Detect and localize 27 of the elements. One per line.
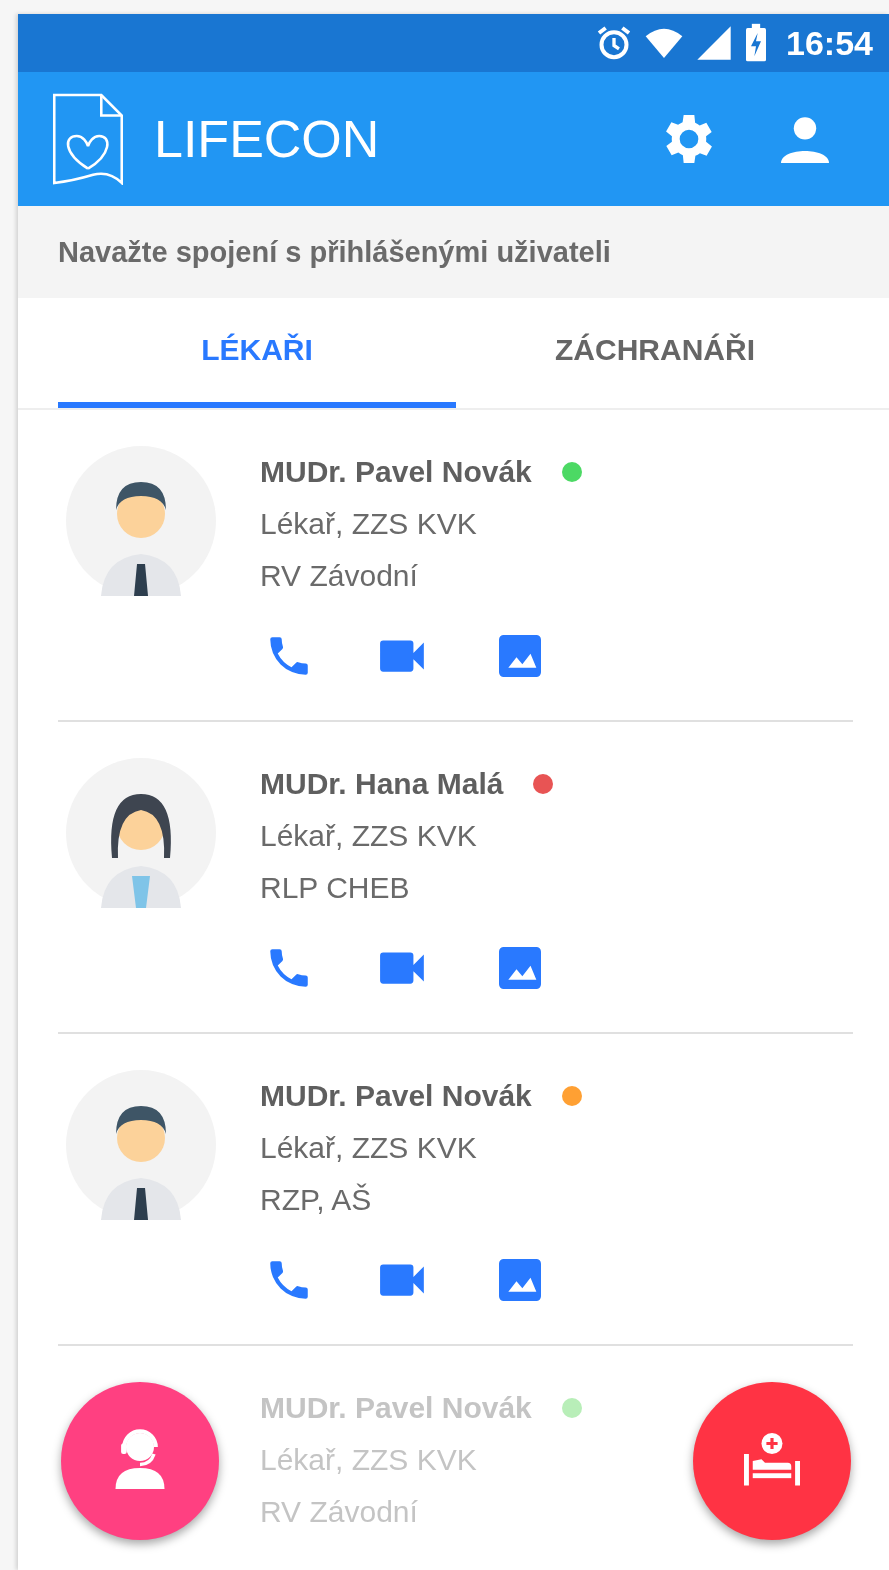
contact-role: Lékař, ZZS KVK [260,818,478,854]
contact-station: RV Závodní [260,558,419,594]
contact-role: Lékař, ZZS KVK [260,1130,478,1166]
contact-name: MUDr. Pavel Novák [260,455,532,489]
tab[interactable]: LÉKAŘI [58,298,456,408]
contact-name: MUDr. Pavel Novák [260,1079,532,1113]
avatar-silhouette-icon [66,758,216,908]
contact-name: MUDr. Pavel Novák [260,1391,532,1425]
clock-time: 16:54 [786,23,873,63]
contact-card[interactable]: MUDr. Hana Malá Lékař, ZZS KVK RLP CHEB [58,722,853,1034]
battery-icon [744,23,769,63]
contact-card[interactable]: MUDr. Pavel Novák Lékař, ZZS KVK RZP, AŠ [58,1034,853,1346]
avatar-silhouette-icon [66,446,216,596]
document-heart-icon [52,93,124,185]
contact-card[interactable]: MUDr. Pavel Novák Lékař, ZZS KVK RV Závodní [58,410,853,722]
hospital-bed-button[interactable] [693,1382,851,1540]
contact-station: RLP CHEB [260,870,411,906]
contact-station: RZP, AŠ [260,1182,373,1218]
tab[interactable]: ZÁCHRANÁŘI [456,298,854,408]
avatar-silhouette-icon [66,1070,216,1220]
operator-button[interactable] [61,1382,219,1540]
contact-role: Lékař, ZZS KVK [260,1442,478,1478]
subtitle-text: Navažte spojení s přihlášenými uživateli [58,235,611,269]
contact-role: Lékař, ZZS KVK [260,506,478,542]
contact-station: RV Závodní [260,1494,419,1530]
app-title: LIFECON [154,109,380,169]
contact-name: MUDr. Hana Malá [260,767,504,801]
